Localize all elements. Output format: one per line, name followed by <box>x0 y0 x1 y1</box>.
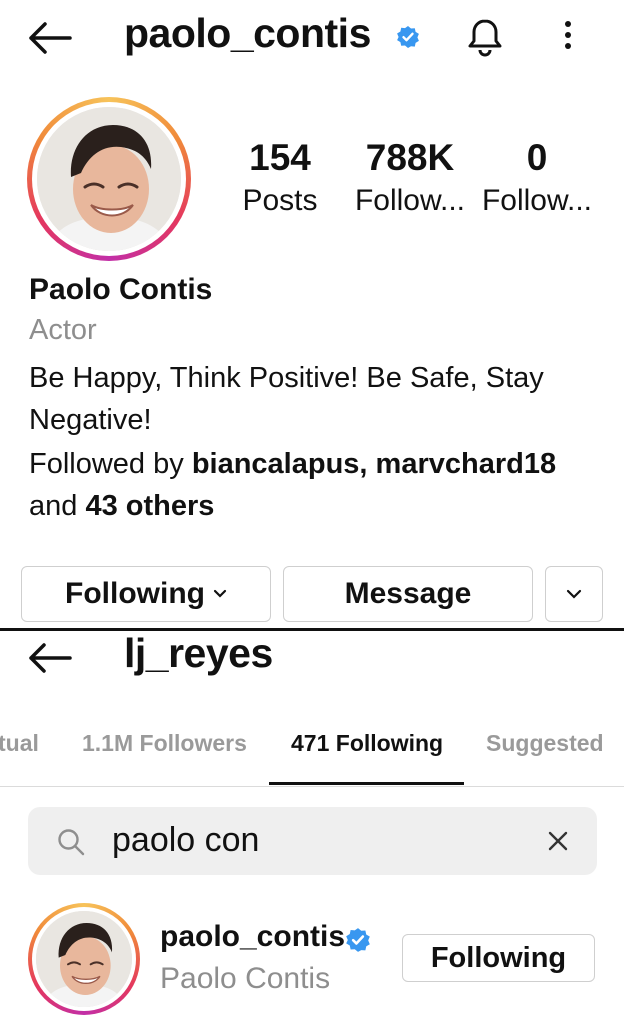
stat-label: Follow... <box>481 184 593 217</box>
search-bar[interactable] <box>28 807 597 875</box>
verified-badge-icon <box>396 25 420 49</box>
back-arrow-icon[interactable] <box>26 20 72 56</box>
stat-value: 0 <box>526 137 548 178</box>
bell-icon[interactable] <box>466 17 504 57</box>
profile-full-name: Paolo Contis <box>29 273 213 306</box>
stat-label: Posts <box>242 184 318 217</box>
tab-suggested[interactable]: Suggested <box>486 730 604 757</box>
followed-by-names[interactable]: biancalapus, marvchard18 <box>192 448 556 480</box>
stat-label: Follow... <box>354 184 466 217</box>
followed-by-conjunction: and <box>29 490 78 522</box>
tab-following[interactable]: 471 Following <box>291 730 443 757</box>
tab-followers[interactable]: 1.1M Followers <box>82 730 247 757</box>
tab-bar: tual 1.1M Followers 471 Following Sugges… <box>0 716 624 786</box>
followed-by-text[interactable]: Followed by biancalapus, marvchard18 and… <box>29 443 604 527</box>
profile-avatar[interactable] <box>27 97 191 261</box>
list-owner-handle: lj_reyes <box>124 630 273 676</box>
search-icon <box>56 827 86 857</box>
active-tab-indicator <box>269 782 464 785</box>
close-icon[interactable] <box>544 827 572 855</box>
avatar-image <box>37 107 181 251</box>
chevron-down-icon <box>213 589 227 599</box>
stat-posts[interactable]: 154 Posts <box>236 137 324 223</box>
following-button-label: Following <box>65 577 205 610</box>
result-full-name: Paolo Contis <box>160 962 331 995</box>
stat-followers[interactable]: 788K Follow... <box>352 137 468 223</box>
more-vertical-icon[interactable] <box>556 16 580 56</box>
result-avatar[interactable] <box>28 903 140 1015</box>
profile-category: Actor <box>29 314 97 346</box>
profile-handle: paolo_contis <box>124 10 371 56</box>
followed-by-others[interactable]: 43 others <box>85 490 214 522</box>
message-button-label: Message <box>344 577 472 610</box>
verified-badge-icon <box>345 927 371 953</box>
profile-bio: Be Happy, Think Positive! Be Safe, Stay … <box>29 362 544 436</box>
avatar-image <box>36 911 132 1007</box>
chevron-down-icon <box>566 589 582 599</box>
stat-value: 154 <box>249 137 311 178</box>
result-following-button[interactable]: Following <box>402 934 595 982</box>
search-input[interactable] <box>112 817 512 863</box>
screenshot-divider <box>0 628 624 631</box>
tab-mutual[interactable]: tual <box>0 730 39 757</box>
stat-following[interactable]: 0 Follow... <box>480 137 594 223</box>
following-button[interactable]: Following <box>21 566 271 622</box>
suggested-toggle-button[interactable] <box>545 566 603 622</box>
back-arrow-icon[interactable] <box>26 642 72 674</box>
followed-by-prefix: Followed by <box>29 448 184 480</box>
stat-value: 788K <box>365 137 455 178</box>
result-handle[interactable]: paolo_contis <box>160 920 345 954</box>
message-button[interactable]: Message <box>283 566 533 622</box>
tabs-divider <box>0 786 624 787</box>
